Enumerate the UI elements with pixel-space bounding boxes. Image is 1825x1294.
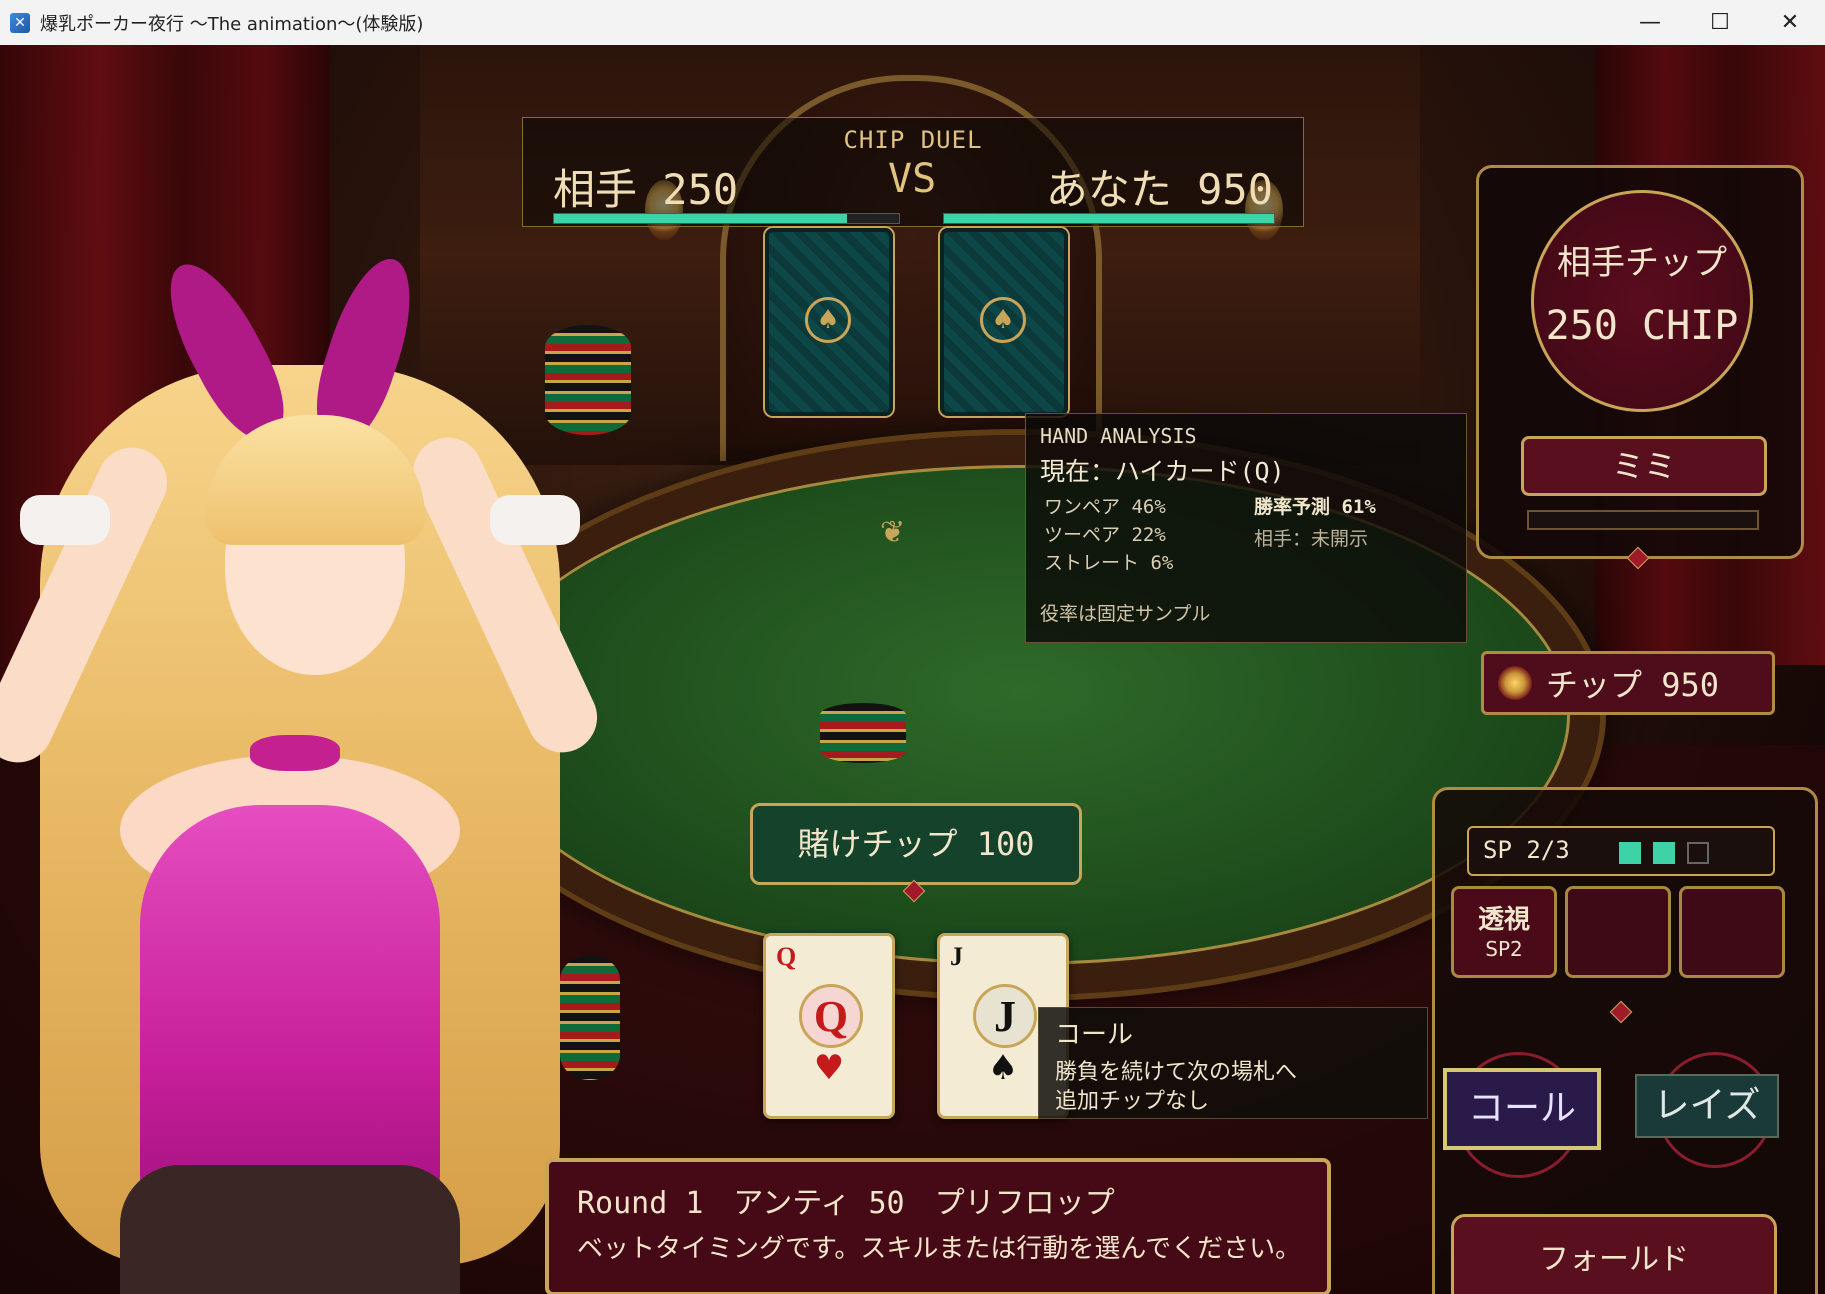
- fold-button[interactable]: フォールド: [1451, 1214, 1777, 1294]
- skill-name: 透視: [1477, 905, 1530, 935]
- sp-pip: [1687, 842, 1709, 864]
- cuff-right: [490, 495, 580, 545]
- player-chip-bar: [943, 213, 1275, 224]
- card-rank: Q: [776, 942, 797, 971]
- message-box: Round 1 アンティ 50 プリフロップ ベットタイミングです。スキルまたは…: [545, 1158, 1331, 1294]
- skill-points: SP 2/3: [1467, 826, 1775, 876]
- analysis-odds-row: ワンペア 46%: [1044, 496, 1166, 518]
- character-legs: [120, 1165, 460, 1294]
- skill-points-label: SP 2/3: [1483, 836, 1570, 864]
- dealer-character: [0, 215, 609, 1294]
- heart-suit-icon: ♥: [813, 1048, 845, 1088]
- card-rank: J: [950, 942, 963, 971]
- chip-duel-header: CHIP DUEL 相手 250 VS あなた 950: [522, 117, 1304, 227]
- skill-slot-empty[interactable]: [1679, 886, 1785, 978]
- player-chips-label: チップ 950: [1546, 666, 1720, 704]
- minimize-button[interactable]: —: [1615, 0, 1685, 45]
- cuff-left: [20, 495, 110, 545]
- message-instructions: ベットタイミングです。スキルまたは行動を選んでください。: [577, 1234, 1302, 1264]
- call-tooltip-title: コール: [1055, 1020, 1134, 1050]
- player-card-1[interactable]: Q Q ♥: [763, 933, 895, 1119]
- analysis-title: HAND ANALYSIS: [1040, 424, 1197, 448]
- analysis-odds-row: ツーペア 22%: [1044, 524, 1166, 546]
- round-info: Round 1 アンティ 50 プリフロップ: [577, 1186, 1115, 1221]
- call-tooltip: コール 勝負を続けて次の場札へ 追加チップなし: [1038, 1007, 1428, 1119]
- app-icon: ✕: [10, 12, 30, 33]
- player-chips-display: チップ 950: [1481, 651, 1775, 715]
- window-title: 爆乳ポーカー夜行 〜The animation〜(体験版): [40, 13, 424, 35]
- opponent-chip-circle: 相手チップ 250 CHIP: [1531, 190, 1753, 412]
- duel-opponent-chips: 相手 250: [553, 165, 739, 214]
- action-panel: SP 2/3 透視 SP2 コール レイズ フォールド: [1432, 787, 1818, 1294]
- opponent-gauge: [1527, 510, 1759, 530]
- analysis-odds-row: ストレート 6%: [1044, 552, 1174, 574]
- hand-analysis-panel: HAND ANALYSIS 現在：ハイカード(Q) ワンペア 46% ツーペア …: [1025, 413, 1467, 643]
- spade-emblem-icon: ♠: [980, 297, 1026, 343]
- card-center-rank: J: [973, 984, 1037, 1048]
- opponent-card-1: ♠: [765, 228, 893, 416]
- opponent-panel: 相手チップ 250 CHIP ミミ: [1476, 165, 1804, 559]
- close-button[interactable]: ✕: [1755, 0, 1825, 45]
- card-center-rank: Q: [799, 984, 863, 1048]
- opponent-chip-bar: [553, 213, 900, 224]
- player-chip-bar-fill: [944, 214, 1274, 223]
- window-controls: — ☐ ✕: [1615, 0, 1825, 45]
- raise-button[interactable]: レイズ: [1635, 1074, 1779, 1138]
- game-scene: ❦ CHIP DUEL 相手 250 VS あなた 950 ♠ ♠ HAND A…: [0, 45, 1825, 1294]
- analysis-win-rate: 勝率予測 61%: [1254, 496, 1376, 518]
- diamond-ornament: [1609, 1000, 1633, 1024]
- chip-target-icon: [1498, 666, 1532, 700]
- skill-slot-empty[interactable]: [1565, 886, 1671, 978]
- skill-slot-see-through[interactable]: 透視 SP2: [1451, 886, 1557, 978]
- table-ornament: ❦: [880, 515, 906, 550]
- chip-stack-bet: [820, 703, 906, 763]
- sp-pip: [1653, 842, 1675, 864]
- analysis-footer: 役率は固定サンプル: [1040, 603, 1211, 625]
- skill-cost: SP2: [1485, 937, 1523, 961]
- duel-vs: VS: [888, 156, 937, 202]
- opponent-chip-label: 相手チップ: [1557, 243, 1727, 283]
- duel-title: CHIP DUEL: [843, 126, 983, 154]
- bow-tie: [250, 735, 340, 771]
- spade-emblem-icon: ♠: [805, 297, 851, 343]
- window-titlebar: ✕ 爆乳ポーカー夜行 〜The animation〜(体験版) — ☐ ✕: [0, 0, 1825, 46]
- call-tooltip-line2: 追加チップなし: [1055, 1089, 1210, 1114]
- analysis-opponent-status: 相手：未開示: [1254, 528, 1369, 550]
- maximize-button[interactable]: ☐: [1685, 0, 1755, 45]
- analysis-current-hand: 現在：ハイカード(Q): [1040, 457, 1285, 486]
- call-tooltip-line1: 勝負を続けて次の場札へ: [1055, 1060, 1298, 1085]
- opponent-chip-count: 250 CHIP: [1545, 303, 1739, 349]
- opponent-card-2: ♠: [940, 228, 1068, 416]
- opponent-name: ミミ: [1521, 436, 1767, 496]
- bet-chip-display: 賭けチップ 100: [750, 803, 1082, 885]
- sp-pip: [1619, 842, 1641, 864]
- call-button[interactable]: コール: [1443, 1068, 1601, 1150]
- duel-player-chips: あなた 950: [1045, 165, 1273, 214]
